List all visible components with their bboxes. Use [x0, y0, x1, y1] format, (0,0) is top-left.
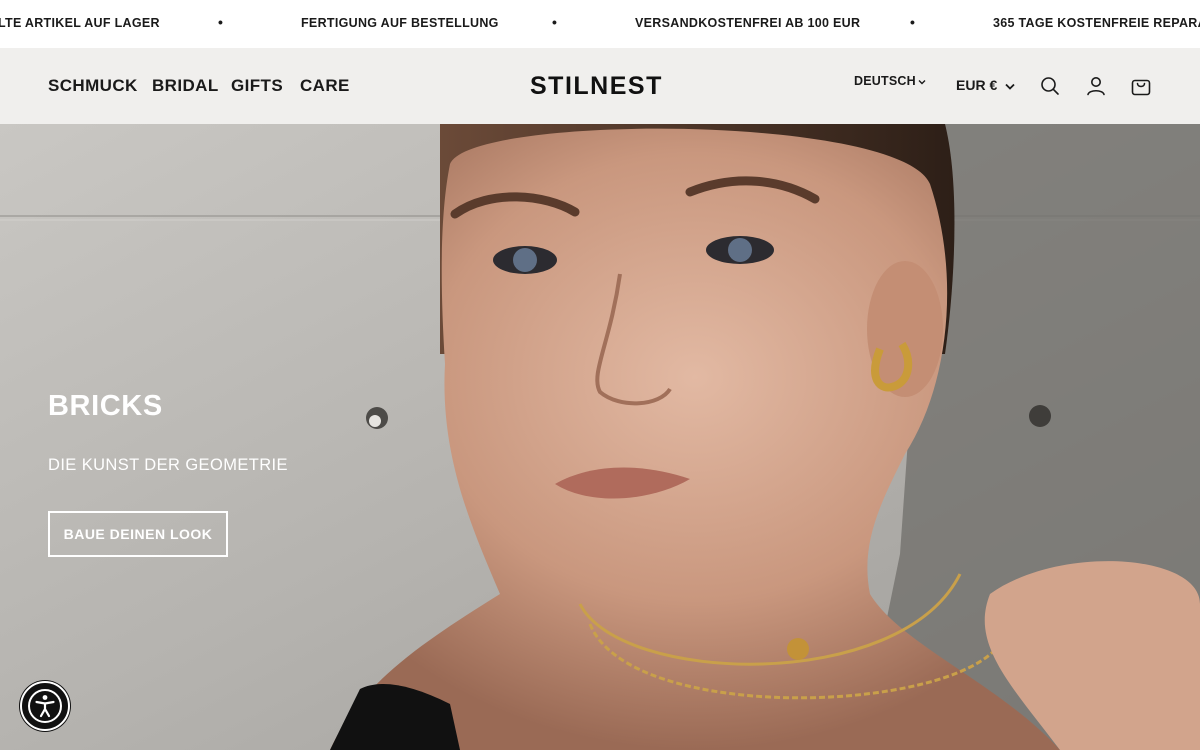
- language-label: DEUTSCH: [854, 74, 916, 88]
- announcement-message: 365 TAGE KOSTENFREIE REPARATUR: [993, 16, 1200, 30]
- announcement-separator: •: [218, 14, 223, 30]
- search-icon[interactable]: [1038, 74, 1062, 98]
- chevron-down-icon: [1005, 77, 1015, 93]
- hero-banner: BRICKS DIE KUNST DER GEOMETRIE BAUE DEIN…: [0, 124, 1200, 750]
- cta-button[interactable]: BAUE DEINEN LOOK: [48, 511, 228, 557]
- nav-item-schmuck[interactable]: SCHMUCK: [48, 76, 138, 96]
- cart-icon[interactable]: [1129, 74, 1153, 98]
- currency-selector[interactable]: EUR €: [956, 77, 1015, 93]
- announcement-separator: •: [552, 14, 557, 30]
- account-icon[interactable]: [1084, 74, 1108, 98]
- nav-item-gifts[interactable]: GIFTS: [231, 76, 283, 96]
- nav-item-care[interactable]: CARE: [300, 76, 350, 96]
- currency-label: EUR €: [956, 77, 998, 93]
- chevron-down-icon: [918, 74, 926, 88]
- announcement-message: VERSANDKOSTENFREI AB 100 EUR: [635, 16, 861, 30]
- announcement-separator: •: [910, 14, 915, 30]
- announcement-bar: LTE ARTIKEL AUF LAGER • FERTIGUNG AUF BE…: [0, 0, 1200, 48]
- accessibility-button[interactable]: [20, 681, 70, 731]
- announcement-message: LTE ARTIKEL AUF LAGER: [0, 16, 160, 30]
- language-selector[interactable]: DEUTSCH: [854, 74, 926, 88]
- hero-image: [0, 124, 1200, 750]
- hero-title: BRICKS: [48, 390, 163, 422]
- site-header: SCHMUCK BRIDAL GIFTS CARE STILNEST DEUTS…: [0, 48, 1200, 124]
- site-logo[interactable]: STILNEST: [530, 72, 663, 101]
- nav-item-bridal[interactable]: BRIDAL: [152, 76, 219, 96]
- hero-subtitle: DIE KUNST DER GEOMETRIE: [48, 456, 288, 474]
- accessibility-icon: [28, 689, 62, 723]
- announcement-message: FERTIGUNG AUF BESTELLUNG: [301, 16, 499, 30]
